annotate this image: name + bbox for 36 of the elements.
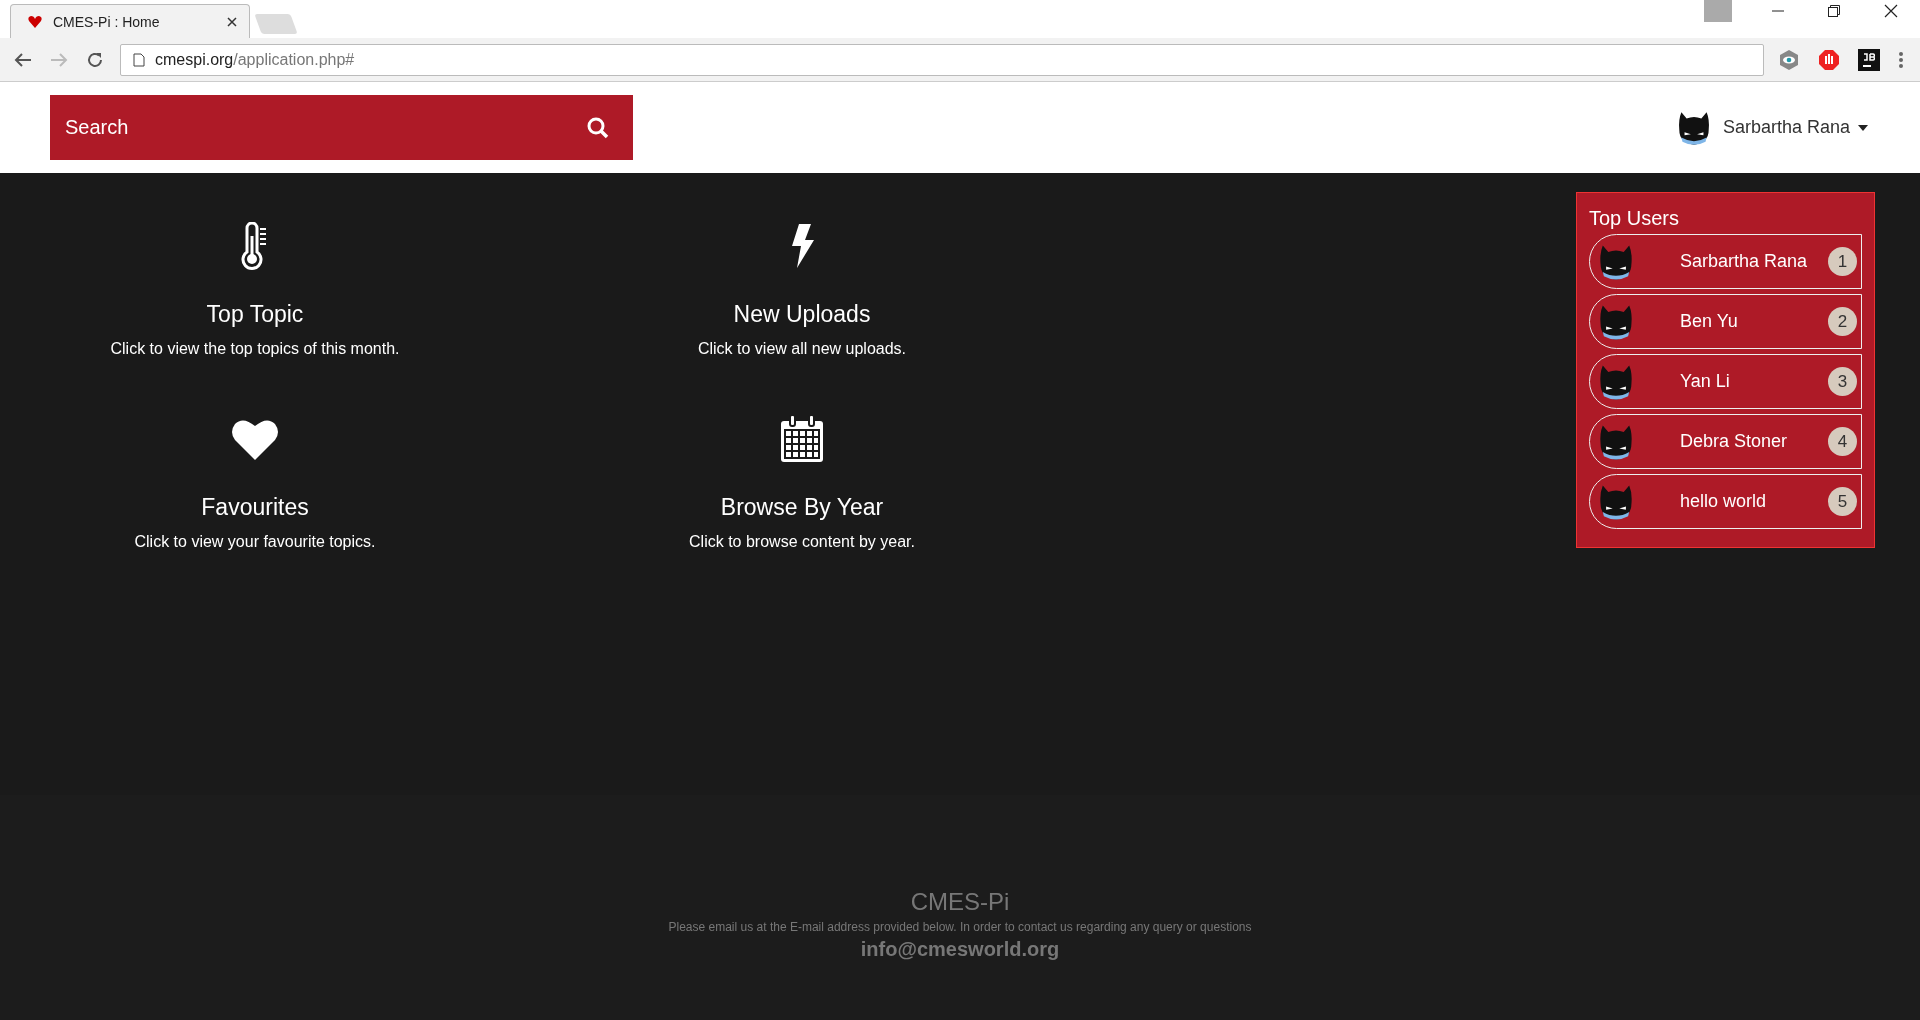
page-icon (133, 52, 145, 67)
tile-description: Click to view the top topics of this month. (110, 340, 400, 358)
user-menu[interactable]: Sarbartha Rana (1722, 117, 1850, 138)
heart-favicon-icon (27, 13, 43, 30)
close-icon[interactable] (227, 16, 237, 27)
tile-title[interactable]: Favourites (201, 494, 309, 521)
heart-icon[interactable] (231, 418, 279, 460)
lightning-icon[interactable] (789, 222, 815, 270)
tile-description: Click to browse content by year. (689, 533, 915, 551)
footer-note: Please email us at the E-mail address provided below. In order to contact us regarding any query or questions (668, 920, 1252, 934)
tile-title[interactable]: Browse By Year (720, 494, 884, 521)
reload-icon[interactable] (86, 50, 104, 69)
address-field[interactable]: cmespi.org/application.php# (120, 43, 1764, 76)
rank-badge: 4 (1828, 427, 1857, 456)
browser-tab[interactable]: CMES-Pi : Home (10, 4, 250, 38)
tile-title[interactable]: Top Topic (206, 301, 304, 328)
eye-icon[interactable] (1778, 48, 1800, 71)
panel-title: Top Users (1589, 207, 1680, 230)
email-link[interactable]: info@cmesworld.org (860, 938, 1060, 961)
menu-icon[interactable] (1898, 49, 1904, 70)
calendar-icon[interactable] (780, 415, 824, 463)
rank-badge: 3 (1828, 367, 1857, 396)
restore-icon[interactable] (1828, 5, 1840, 17)
search-field[interactable]: Search (50, 95, 633, 160)
search-icon[interactable] (587, 116, 609, 139)
footer-title: CMES-Pi (910, 888, 1010, 916)
rank-badge: 5 (1828, 487, 1857, 516)
rank-badge: 1 (1828, 247, 1857, 276)
tile-title[interactable]: New Uploads (733, 301, 871, 328)
back-arrow-icon[interactable] (14, 51, 32, 68)
close-icon[interactable] (1884, 4, 1898, 18)
rank-badge: 2 (1828, 307, 1857, 336)
tile-description: Click to view your favourite topics. (134, 533, 376, 551)
jb-icon[interactable] (1858, 48, 1880, 71)
tile-description: Click to view all new uploads. (697, 340, 907, 358)
caret-icon[interactable] (1858, 124, 1868, 131)
